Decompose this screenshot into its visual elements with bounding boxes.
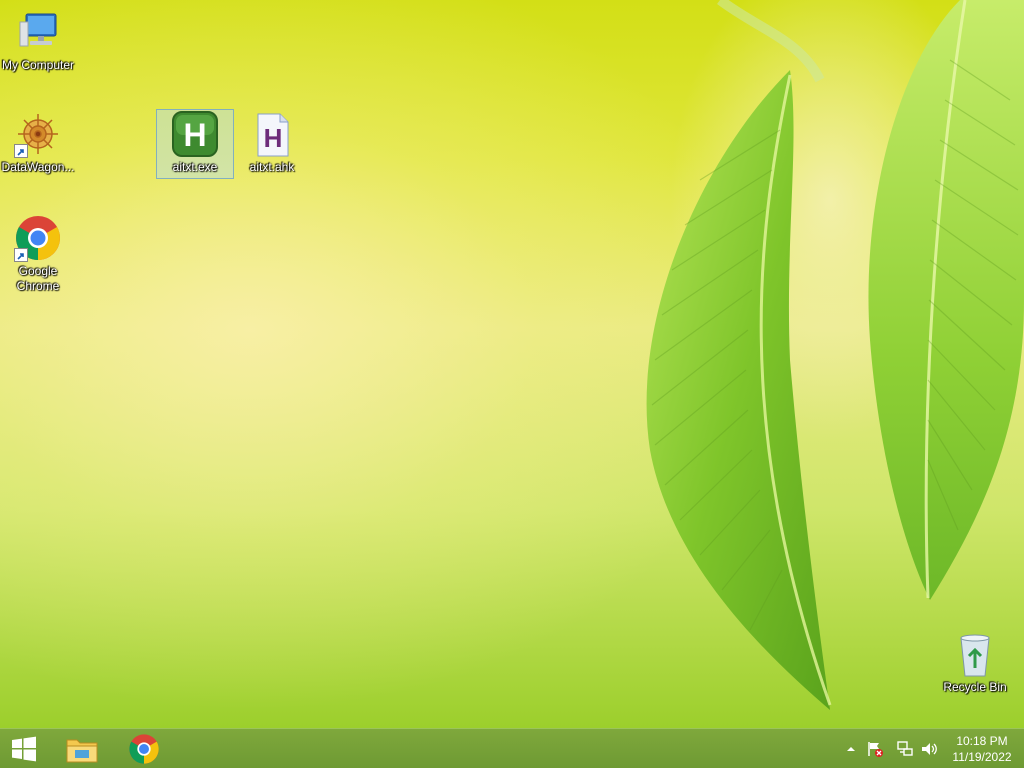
- network-button[interactable]: [894, 729, 916, 768]
- desktop-icon-aitxt-ahk[interactable]: H aitxt.ahk: [234, 110, 310, 175]
- desktop-icon-label: My Computer: [1, 58, 75, 72]
- taskbar-clock[interactable]: 10:18 PM 11/19/2022: [946, 733, 1018, 767]
- volume-icon: [922, 743, 937, 755]
- desktop-icon-recycle-bin[interactable]: Recycle Bin: [937, 630, 1013, 695]
- ahk-script-icon: H: [248, 110, 296, 158]
- autohotkey-exe-icon: H: [171, 110, 219, 158]
- volume-button[interactable]: [918, 729, 940, 768]
- shortcut-arrow-icon: [14, 248, 28, 262]
- clock-time: 10:18 PM: [956, 734, 1008, 748]
- recycle-bin-icon: [951, 630, 999, 678]
- chrome-icon: [129, 734, 159, 764]
- clock-date: 11/19/2022: [952, 750, 1012, 764]
- svg-text:H: H: [264, 123, 283, 153]
- file-explorer-icon: [66, 739, 98, 763]
- show-hidden-icons-button[interactable]: [842, 729, 860, 768]
- start-button[interactable]: [0, 729, 48, 768]
- windows-logo-icon: [12, 736, 36, 762]
- shortcut-arrow-icon: [14, 144, 28, 158]
- desktop-icon-my-computer[interactable]: My Computer: [0, 8, 76, 73]
- desktop-icon-aitxt-exe[interactable]: H aitxt.exe: [156, 109, 234, 179]
- taskbar-file-explorer[interactable]: [58, 729, 106, 768]
- desktop[interactable]: My Computer DataWagon... Google Chrome H…: [0, 0, 1024, 728]
- action-center-button[interactable]: [864, 729, 886, 768]
- computer-icon: [14, 8, 62, 56]
- taskbar: 10:18 PM 11/19/2022: [0, 728, 1024, 768]
- taskbar-google-chrome[interactable]: [120, 729, 168, 768]
- network-icon: [897, 741, 913, 756]
- wallpaper-leaves: [646, 0, 1024, 710]
- flag-icon: [868, 742, 883, 757]
- chrome-icon: [14, 214, 62, 262]
- chevron-up-icon: [847, 747, 855, 751]
- desktop-icon-label: DataWagon...: [1, 160, 75, 174]
- desktop-icon-label: aitxt.ahk: [249, 160, 295, 174]
- desktop-icon-datawagon[interactable]: DataWagon...: [0, 110, 76, 175]
- desktop-icon-label: aitxt.exe: [172, 160, 218, 174]
- desktop-icon-google-chrome[interactable]: Google Chrome: [0, 214, 76, 294]
- svg-text:H: H: [183, 117, 206, 153]
- desktop-icon-label: Recycle Bin: [943, 680, 1007, 694]
- datawagon-icon: [14, 110, 62, 158]
- desktop-icon-label: Google Chrome: [16, 264, 60, 293]
